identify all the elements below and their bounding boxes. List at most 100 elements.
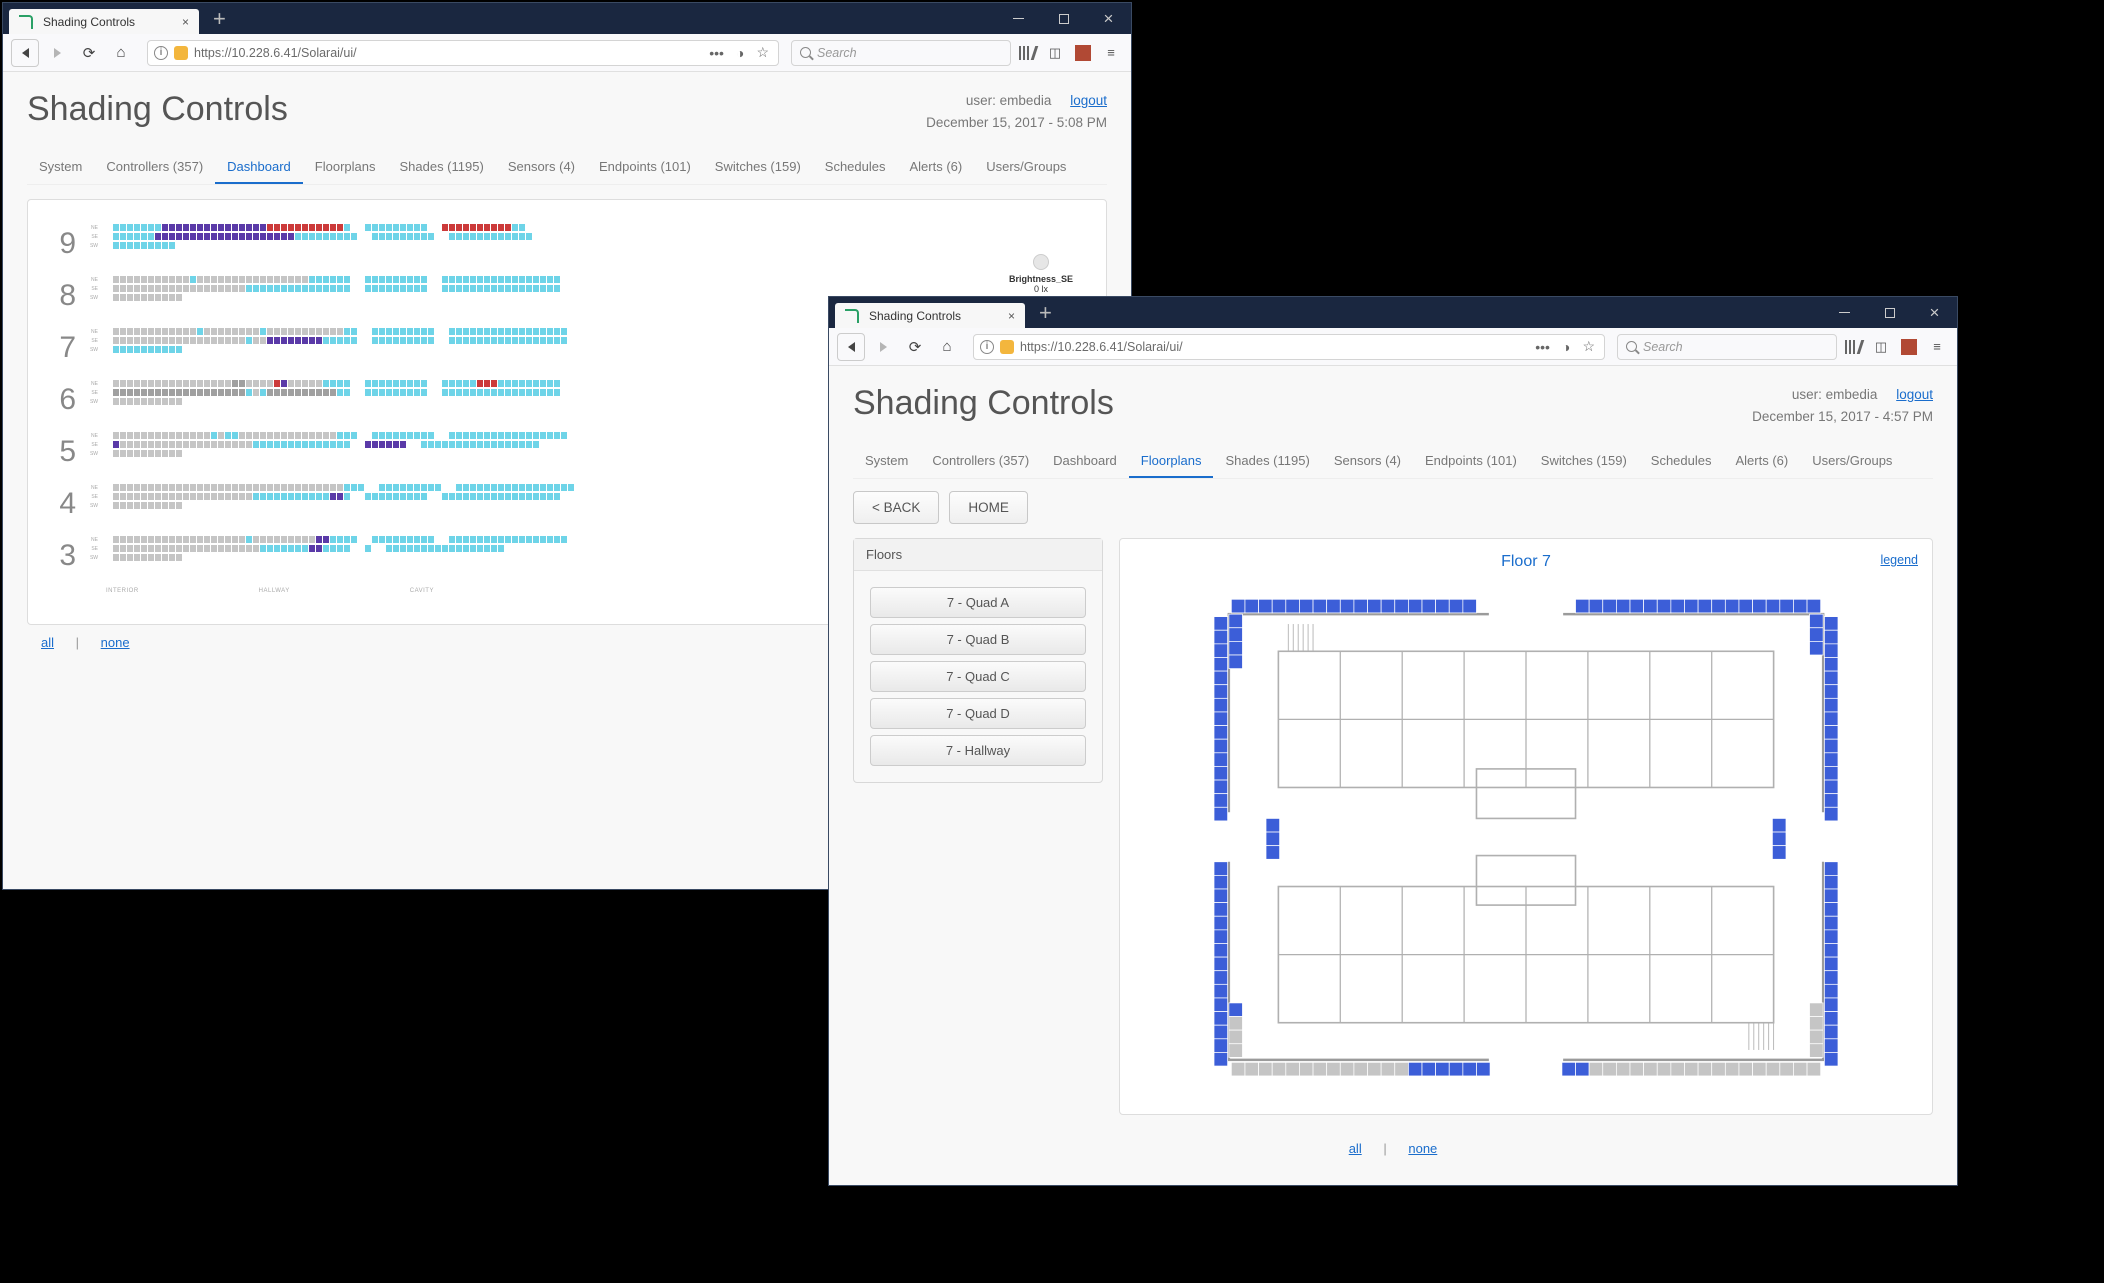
segment-group[interactable] (365, 224, 427, 231)
shade-cell[interactable] (309, 328, 315, 335)
shade-cell[interactable] (449, 545, 455, 552)
floorplan-shade-cell[interactable] (1810, 628, 1824, 642)
shade-cell[interactable] (393, 493, 399, 500)
shade-cell[interactable] (379, 328, 385, 335)
shade-cell[interactable] (393, 224, 399, 231)
shade-cell[interactable] (169, 502, 175, 509)
shade-cell[interactable] (113, 294, 119, 301)
shade-cell[interactable] (148, 450, 154, 457)
shade-cell[interactable] (463, 484, 469, 491)
shade-cell[interactable] (449, 432, 455, 439)
segment-group[interactable] (113, 328, 357, 335)
shade-cell[interactable] (512, 441, 518, 448)
shade-cell[interactable] (379, 389, 385, 396)
shade-cell[interactable] (162, 554, 168, 561)
shade-cell[interactable] (190, 328, 196, 335)
floorplan-shade-cell[interactable] (1214, 971, 1228, 985)
shade-cell[interactable] (134, 285, 140, 292)
shade-cell[interactable] (407, 224, 413, 231)
shade-cell[interactable] (477, 380, 483, 387)
shade-cell[interactable] (204, 493, 210, 500)
segment-group[interactable] (372, 337, 434, 344)
shade-cell[interactable] (162, 545, 168, 552)
shade-cell[interactable] (260, 493, 266, 500)
floorplan-shade-cell[interactable] (1810, 1003, 1824, 1017)
shade-cell[interactable] (414, 545, 420, 552)
shade-cell[interactable] (302, 224, 308, 231)
shade-cell[interactable] (407, 484, 413, 491)
floor-select-button[interactable]: 7 - Quad C (870, 661, 1086, 692)
reload-button[interactable]: ⟳ (901, 333, 929, 361)
shade-cell[interactable] (463, 276, 469, 283)
sensor-widget[interactable]: Brightness_SE0 lx (996, 254, 1086, 294)
floorplan-shade-cell[interactable] (1698, 599, 1712, 613)
shade-cell[interactable] (218, 484, 224, 491)
shade-cell[interactable] (414, 337, 420, 344)
floorplan-shade-cell[interactable] (1286, 1063, 1300, 1077)
segment-group[interactable] (113, 224, 350, 231)
shade-cell[interactable] (246, 328, 252, 335)
floorplan-shade-cell[interactable] (1793, 599, 1807, 613)
floorplan-shade-cell[interactable] (1810, 1030, 1824, 1044)
shade-cell[interactable] (554, 337, 560, 344)
shade-cell[interactable] (113, 502, 119, 509)
shade-cell[interactable] (253, 545, 259, 552)
shade-cell[interactable] (155, 242, 161, 249)
shade-cell[interactable] (281, 536, 287, 543)
shade-cell[interactable] (323, 224, 329, 231)
floorplan-shade-cell[interactable] (1214, 753, 1228, 767)
floorplan-shade-cell[interactable] (1824, 780, 1838, 794)
shade-cell[interactable] (470, 380, 476, 387)
floor-select-button[interactable]: 7 - Hallway (870, 735, 1086, 766)
shade-cell[interactable] (239, 337, 245, 344)
shade-cell[interactable] (169, 337, 175, 344)
maximize-button[interactable] (1041, 3, 1086, 34)
reader-icon[interactable]: ◑ (733, 45, 747, 61)
shade-cell[interactable] (155, 233, 161, 240)
shade-cell[interactable] (162, 432, 168, 439)
shade-cell[interactable] (295, 536, 301, 543)
segment-group[interactable] (113, 380, 350, 387)
shade-cell[interactable] (267, 432, 273, 439)
floorplan-shade-cell[interactable] (1214, 889, 1228, 903)
shade-cell[interactable] (127, 285, 133, 292)
nav-tab[interactable]: Shades (1195) (387, 151, 495, 184)
shade-cell[interactable] (484, 337, 490, 344)
shade-cell[interactable] (113, 233, 119, 240)
shade-cell[interactable] (533, 328, 539, 335)
shade-cell[interactable] (162, 389, 168, 396)
shade-cell[interactable] (400, 328, 406, 335)
shade-cell[interactable] (134, 389, 140, 396)
shade-cell[interactable] (155, 545, 161, 552)
shade-cell[interactable] (309, 441, 315, 448)
shade-cell[interactable] (428, 328, 434, 335)
nav-tab[interactable]: Dashboard (215, 151, 303, 184)
shade-cell[interactable] (456, 536, 462, 543)
minimize-button[interactable] (996, 3, 1041, 34)
floorplan-shade-cell[interactable] (1286, 599, 1300, 613)
segment-group[interactable] (372, 328, 434, 335)
browser-search[interactable]: Search (791, 40, 1011, 66)
segment-group[interactable] (365, 545, 371, 552)
shade-cell[interactable] (260, 536, 266, 543)
shade-cell[interactable] (505, 328, 511, 335)
shade-cell[interactable] (449, 389, 455, 396)
shade-cell[interactable] (225, 432, 231, 439)
floorplan-shade-cell[interactable] (1229, 642, 1243, 656)
shade-cell[interactable] (372, 224, 378, 231)
shade-cell[interactable] (386, 536, 392, 543)
shade-cell[interactable] (274, 285, 280, 292)
floorplan-shade-cell[interactable] (1810, 614, 1824, 628)
shade-cell[interactable] (120, 536, 126, 543)
shade-cell[interactable] (533, 441, 539, 448)
shade-cell[interactable] (288, 493, 294, 500)
nav-tab[interactable]: Alerts (6) (898, 151, 975, 184)
shade-cell[interactable] (400, 536, 406, 543)
shade-cell[interactable] (120, 233, 126, 240)
shade-cell[interactable] (176, 328, 182, 335)
select-all-link[interactable]: all (1341, 1141, 1370, 1156)
browser-search[interactable]: Search (1617, 334, 1837, 360)
shade-cell[interactable] (169, 380, 175, 387)
shade-cell[interactable] (239, 484, 245, 491)
shade-cell[interactable] (372, 441, 378, 448)
